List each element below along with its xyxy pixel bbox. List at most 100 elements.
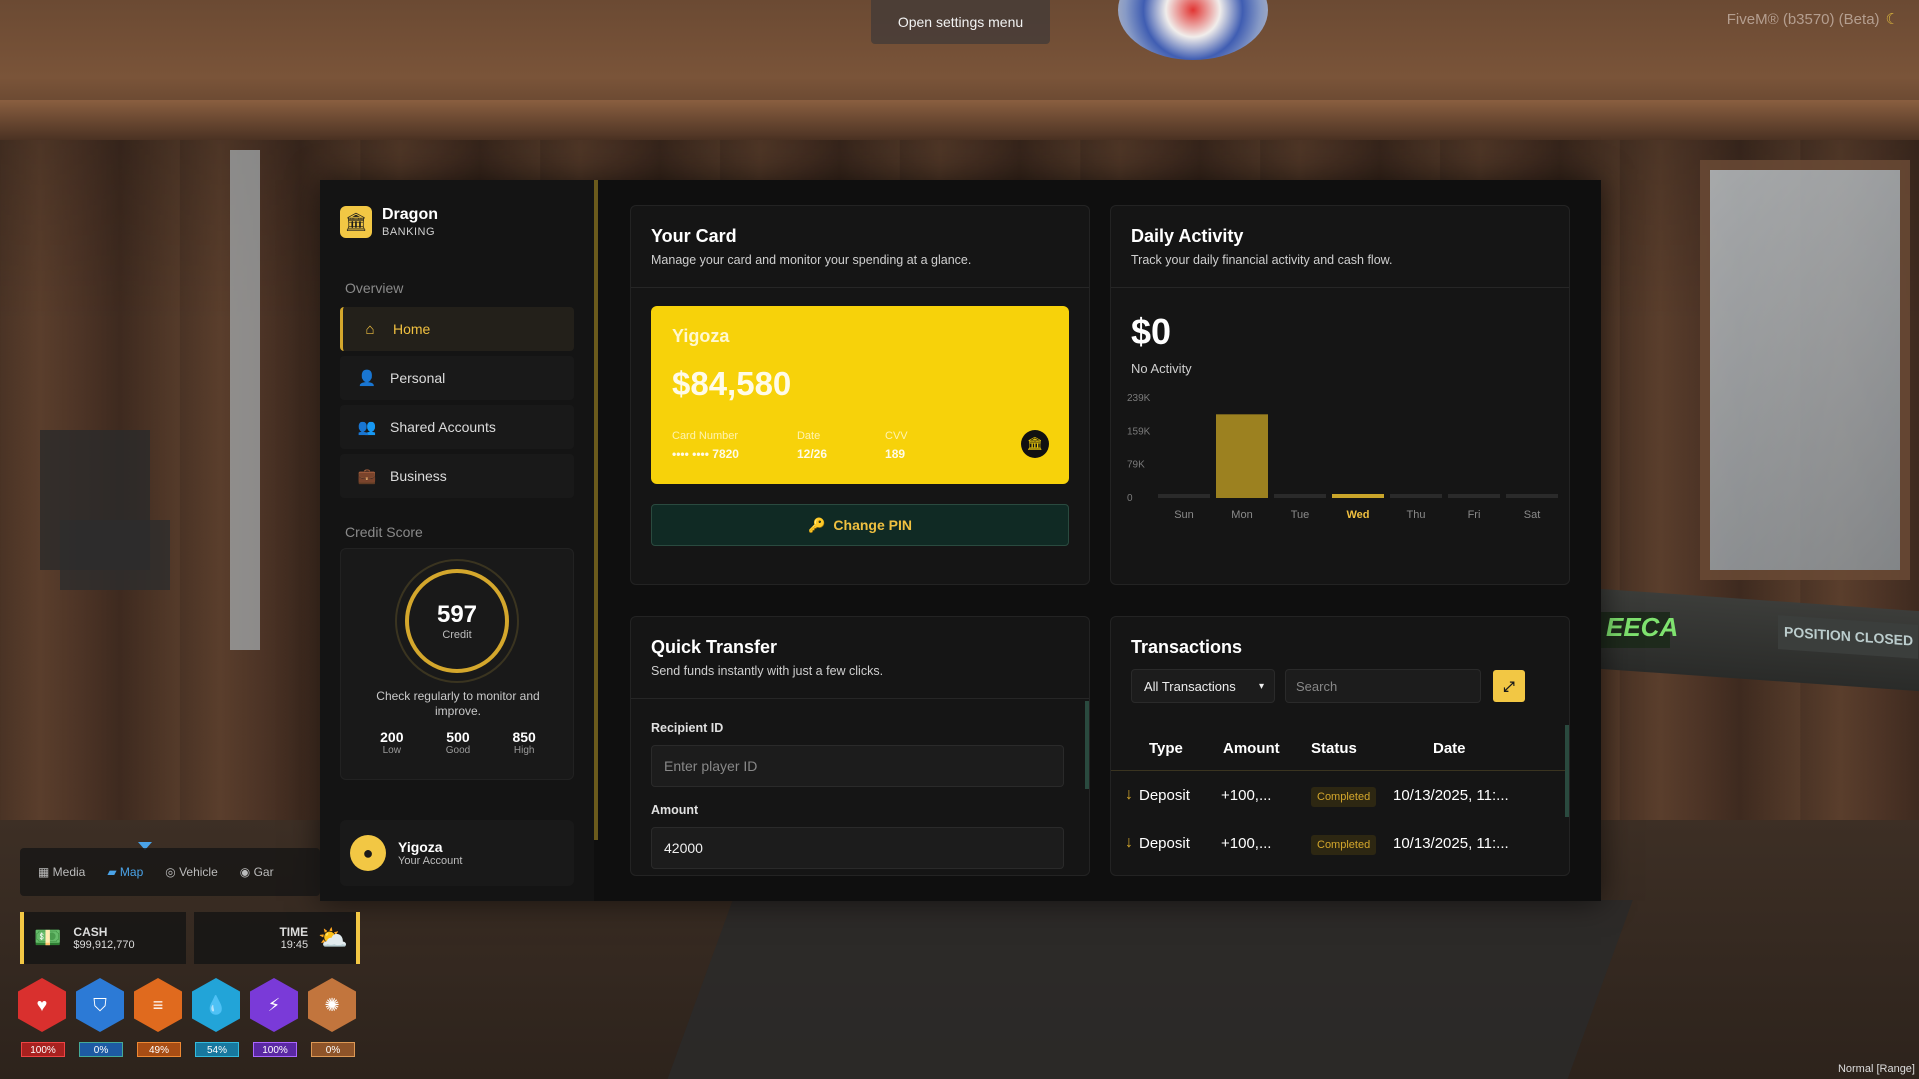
hud-tab-vehicle[interactable]: ◎ Vehicle bbox=[165, 865, 218, 879]
transaction-filter-select[interactable]: All Transactions ▾ bbox=[1131, 669, 1275, 703]
moon-icon: ☾ bbox=[1885, 11, 1899, 28]
expand-icon[interactable]: ⤢ bbox=[1493, 670, 1525, 702]
range-label: High bbox=[513, 745, 535, 756]
hud-tab-media[interactable]: ▦ Media bbox=[38, 865, 85, 879]
client-version-label: FiveM® (b3570) (Beta) ☾ bbox=[1727, 10, 1899, 28]
table-row[interactable]: ↓ Deposit +100,... Completed 10/13/2025, … bbox=[1111, 771, 1569, 819]
user-icon: 👤 bbox=[357, 370, 377, 387]
daily-activity-title: Daily Activity bbox=[1131, 226, 1244, 246]
column-date: Date bbox=[1433, 740, 1466, 757]
hud-tab-bar: ▦ Media ▰ Map ◎ Vehicle ◉ Gar bbox=[20, 848, 320, 896]
status-badge: Completed bbox=[1311, 834, 1377, 855]
background-fleeca-sign: EECA bbox=[1600, 612, 1678, 648]
bank-icon: 🏛 bbox=[340, 206, 372, 238]
x-tick-label: Thu bbox=[1407, 509, 1426, 521]
quick-transfer-scrollbar[interactable] bbox=[1085, 701, 1089, 789]
table-row[interactable]: ↓ Deposit +100,... Completed 10/13/2025, … bbox=[1111, 819, 1569, 867]
recipient-id-input[interactable]: Enter player ID bbox=[651, 745, 1064, 787]
sidebar-scrollbar[interactable] bbox=[594, 180, 598, 840]
credit-score-card: 597 Credit Check regularly to monitor an… bbox=[340, 548, 574, 780]
account-card[interactable]: ● Yigoza Your Account bbox=[340, 820, 574, 886]
change-pin-button[interactable]: 🔑 Change PIN bbox=[651, 504, 1069, 546]
row-type: Deposit bbox=[1139, 834, 1190, 852]
hud-status-icons: ♥ ⛉ ≡ 💧 ⚡ ✺ bbox=[18, 978, 366, 1032]
weather-icon: ⛅ bbox=[318, 924, 348, 952]
bank-icon: 🏛 bbox=[1021, 430, 1049, 458]
hud-tab-map[interactable]: ▰ Map bbox=[107, 865, 143, 879]
transactions-panel: Transactions All Transactions ▾ Search ⤢… bbox=[1110, 616, 1570, 876]
banking-panel: 🏛 Dragon BANKING Overview ⌂ Home 👤 Perso… bbox=[320, 180, 1601, 901]
y-tick-label: 159K bbox=[1127, 426, 1151, 437]
shield-icon: ⛉ bbox=[76, 978, 124, 1032]
hud-cash: 💵 CASH $99,912,770 bbox=[20, 912, 186, 964]
bar-sun[interactable] bbox=[1158, 494, 1210, 498]
avatar-icon: ● bbox=[350, 835, 386, 871]
account-subtitle: Your Account bbox=[398, 855, 463, 867]
y-tick-label: 0 bbox=[1127, 493, 1133, 504]
time-value: 19:45 bbox=[280, 939, 309, 951]
status-badge: Completed bbox=[1311, 786, 1377, 807]
x-tick-label: Sun bbox=[1174, 509, 1194, 521]
bar-thu[interactable] bbox=[1390, 494, 1442, 498]
hud-tab-garage[interactable]: ◉ Gar bbox=[240, 865, 274, 879]
open-settings-button[interactable]: Open settings menu bbox=[871, 0, 1050, 44]
arrow-down-icon: ↓ bbox=[1125, 834, 1133, 851]
quick-transfer-subtitle: Send funds instantly with just a few cli… bbox=[651, 664, 884, 678]
daily-activity-panel: Daily Activity Track your daily financia… bbox=[1110, 205, 1570, 585]
range-label: Good bbox=[445, 745, 471, 756]
activity-amount: $0 bbox=[1131, 311, 1172, 352]
tab-label: Vehicle bbox=[179, 865, 218, 879]
table-header: Type Amount Status Date bbox=[1111, 727, 1569, 771]
health-value: 100% bbox=[21, 1042, 65, 1057]
hud-status-values: 100% 0% 49% 54% 100% 0% bbox=[21, 1042, 369, 1057]
bank-card: Yigoza $84,580 Card Number •••• •••• 782… bbox=[651, 306, 1069, 484]
sidebar-item-business[interactable]: 💼 Business bbox=[340, 454, 574, 498]
transactions-scrollbar[interactable] bbox=[1565, 725, 1569, 817]
tab-label: Map bbox=[119, 865, 144, 879]
heart-icon: ♥ bbox=[18, 978, 66, 1032]
quick-transfer-title: Quick Transfer bbox=[651, 637, 778, 657]
activity-status: No Activity bbox=[1131, 361, 1192, 376]
sidebar-nav: ⌂ Home 👤 Personal 👥 Shared Accounts 💼 Bu… bbox=[340, 307, 574, 503]
sidebar-item-shared-accounts[interactable]: 👥 Shared Accounts bbox=[340, 405, 574, 449]
card-date-label: Date bbox=[796, 430, 821, 442]
bar-fri[interactable] bbox=[1448, 494, 1500, 498]
bar-sat[interactable] bbox=[1506, 494, 1558, 498]
arrow-down-icon: ↓ bbox=[1125, 786, 1133, 803]
stress-value: 0% bbox=[311, 1042, 355, 1057]
your-card-subtitle: Manage your card and monitor your spendi… bbox=[651, 253, 972, 267]
sidebar-item-personal[interactable]: 👤 Personal bbox=[340, 356, 574, 400]
bar-mon[interactable] bbox=[1216, 414, 1268, 498]
cash-label: CASH bbox=[73, 925, 108, 939]
overview-label: Overview bbox=[345, 280, 404, 296]
sidebar-item-label: Personal bbox=[390, 370, 446, 386]
brand: 🏛 Dragon BANKING bbox=[340, 206, 438, 238]
column-status: Status bbox=[1311, 740, 1357, 757]
column-amount: Amount bbox=[1223, 740, 1280, 757]
bar-wed[interactable] bbox=[1332, 494, 1384, 498]
hunger-value: 49% bbox=[137, 1042, 181, 1057]
row-date: 10/13/2025, 11:... bbox=[1393, 834, 1509, 852]
card-cvv-label: CVV bbox=[885, 430, 908, 442]
bar-tue[interactable] bbox=[1274, 494, 1326, 498]
background-brochure-rack-lower bbox=[60, 520, 170, 590]
amount-input[interactable]: 42000 bbox=[651, 827, 1064, 869]
credit-range-low: 200 Low bbox=[380, 729, 403, 756]
y-tick-label: 79K bbox=[1127, 460, 1145, 471]
quick-transfer-panel: Quick Transfer Send funds instantly with… bbox=[630, 616, 1090, 876]
credit-description: Check regularly to monitor and improve. bbox=[376, 689, 540, 718]
row-type: Deposit bbox=[1139, 786, 1190, 804]
credit-score-value: 597 bbox=[436, 601, 478, 628]
range-value: 500 bbox=[446, 729, 470, 745]
sidebar-item-home[interactable]: ⌂ Home bbox=[340, 307, 574, 351]
card-cvv-value: 189 bbox=[885, 447, 906, 461]
cash-icon: 💵 bbox=[34, 925, 62, 950]
transaction-search-input[interactable]: Search bbox=[1285, 669, 1481, 703]
range-label: Low bbox=[382, 745, 401, 756]
brand-subtitle: BANKING bbox=[382, 226, 436, 238]
sidebar: 🏛 Dragon BANKING Overview ⌂ Home 👤 Perso… bbox=[320, 180, 594, 901]
daily-activity-subtitle: Track your daily financial activity and … bbox=[1131, 253, 1393, 267]
credit-score-caption: Credit bbox=[442, 629, 472, 641]
activity-bar-chart: 239K 159K 79K 0 Sun Mon Tue Wed Thu Fri Sat bbox=[1127, 393, 1558, 521]
credit-range-good: 500 Good bbox=[446, 729, 470, 756]
